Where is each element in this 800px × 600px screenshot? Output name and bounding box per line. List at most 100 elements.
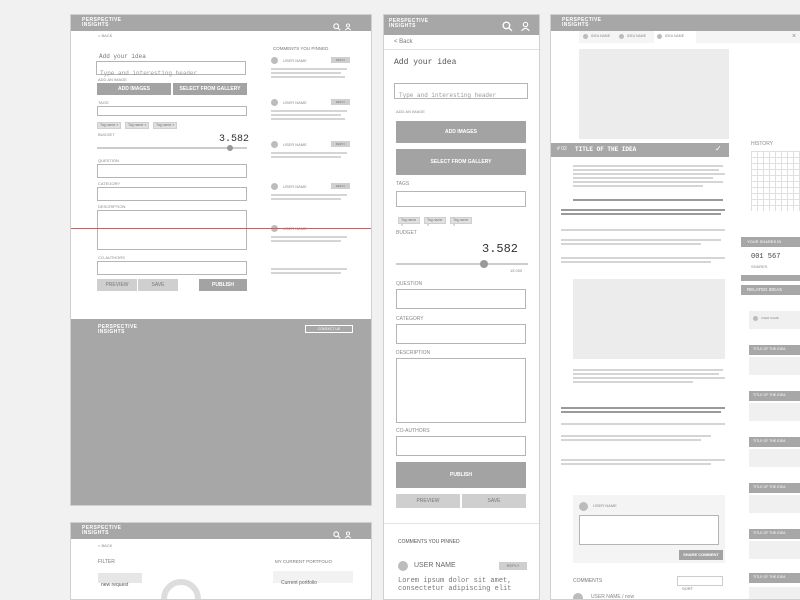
search-icon[interactable]	[333, 18, 341, 36]
avatar	[657, 34, 662, 39]
search-icon[interactable]	[502, 19, 513, 37]
save-button[interactable]: SAVE	[138, 279, 178, 291]
budget-slider-handle[interactable]	[227, 145, 233, 151]
related-title-bar[interactable]: TITLE OF THE IDEA	[749, 529, 800, 539]
avatar	[583, 34, 588, 39]
logo[interactable]: PERSPECTIVE INSIGHTS	[389, 19, 428, 29]
comment-text-line	[271, 198, 341, 200]
category-input[interactable]	[396, 324, 526, 344]
back-link[interactable]: < Back	[394, 39, 413, 45]
question-input[interactable]	[396, 289, 526, 309]
sort-select[interactable]: SORT	[677, 576, 723, 591]
text-line	[561, 257, 725, 259]
related-item[interactable]	[749, 587, 800, 599]
close-icon[interactable]: ×	[792, 33, 796, 40]
coauthors-input[interactable]	[97, 261, 247, 275]
search-icon[interactable]	[333, 526, 341, 544]
user-icon[interactable]	[344, 526, 352, 544]
idea-header-input[interactable]: Type and interesting header	[394, 83, 528, 99]
logo[interactable]: PERSPECTIVE INSIGHTS	[82, 526, 121, 536]
tags-input[interactable]	[97, 106, 247, 116]
select-gallery-button[interactable]: SELECT FROM GALLERY	[173, 83, 247, 95]
back-link[interactable]: < BACK	[98, 543, 112, 548]
tag-chip[interactable]: Tag name ×	[125, 122, 149, 129]
breadcrumb-item[interactable]: IDEA NAME	[665, 34, 684, 39]
text-line	[561, 239, 721, 241]
related-title-bar[interactable]: TITLE OF THE IDEA	[749, 345, 800, 355]
budget-slider-track[interactable]	[97, 147, 247, 149]
idea-title-input[interactable]: Add your idea	[394, 58, 456, 67]
portfolio-screen: PERSPECTIVE INSIGHTS < BACK FILTER new r…	[70, 522, 372, 600]
back-link[interactable]: < BACK	[98, 33, 112, 38]
logo[interactable]: PERSPECTIVE INSIGHTS	[562, 18, 601, 28]
user-icon[interactable]	[344, 18, 352, 36]
idea-header-input[interactable]: Type and interesting header	[96, 61, 246, 77]
related-item[interactable]	[749, 541, 800, 559]
category-input[interactable]	[97, 187, 247, 201]
description-textarea[interactable]	[396, 358, 526, 423]
tags-input[interactable]	[396, 191, 526, 207]
related-title-bar[interactable]: TITLE OF THE IDEA	[749, 573, 800, 583]
tag-chip[interactable]: Tag name ×	[424, 217, 446, 227]
budget-slider-handle[interactable]	[480, 260, 488, 268]
stat-bar: YOUR SHARES IN	[741, 237, 800, 247]
related-item[interactable]	[749, 357, 800, 375]
select-gallery-button[interactable]: SELECT FROM GALLERY	[396, 149, 526, 175]
stat-label-2: SHARES	[751, 264, 768, 269]
footer-logo[interactable]: PERSPECTIVE INSIGHTS	[98, 325, 137, 335]
add-images-button[interactable]: ADD IMAGES	[396, 121, 526, 143]
divider	[384, 523, 539, 524]
tag-chip[interactable]: Tag name ×	[153, 122, 177, 129]
tag-chip[interactable]: Tag name ×	[97, 122, 121, 129]
budget-slider-track[interactable]	[396, 263, 528, 265]
related-item[interactable]	[749, 495, 800, 513]
history-grid	[751, 151, 800, 211]
save-button[interactable]: SAVE	[462, 494, 526, 508]
tag-chip[interactable]: Tag name ×	[450, 217, 472, 227]
category-label: CATEGORY	[396, 316, 424, 322]
related-item[interactable]	[749, 403, 800, 421]
commenter-name: USER NAME / now	[591, 594, 635, 600]
related-item[interactable]: USER NAME	[749, 311, 800, 329]
related-title: TITLE OF THE IDEA	[753, 485, 786, 489]
portfolio-item[interactable]: Current portfolio	[273, 571, 353, 586]
idea-title-input[interactable]: Add your idea	[96, 45, 246, 60]
reply-button[interactable]: REPLY	[331, 57, 350, 63]
avatar	[579, 502, 588, 511]
budget-value: 3.582	[219, 134, 250, 145]
related-title-bar[interactable]: TITLE OF THE IDEA	[749, 391, 800, 401]
app-header: PERSPECTIVE INSIGHTS	[71, 523, 371, 539]
related-title-bar[interactable]: TITLE OF THE IDEA	[749, 437, 800, 447]
text-line-bold	[573, 199, 723, 201]
preview-button[interactable]: PREVIEW	[97, 279, 137, 291]
coauthors-label: CO-AUTHORS	[396, 428, 430, 434]
preview-button[interactable]: PREVIEW	[396, 494, 460, 508]
user-icon[interactable]	[520, 19, 531, 37]
comment-textarea[interactable]	[579, 515, 719, 545]
coauthors-input[interactable]	[396, 436, 526, 456]
check-icon[interactable]: ✓	[715, 144, 722, 153]
publish-button[interactable]: PUBLISH	[199, 279, 247, 291]
text-line	[573, 169, 719, 171]
reply-button[interactable]: REPLY	[499, 562, 527, 570]
footer-contact[interactable]: CONTACT US	[305, 325, 353, 333]
logo[interactable]: PERSPECTIVE INSIGHTS	[82, 18, 121, 28]
related-item[interactable]	[749, 449, 800, 467]
add-images-button[interactable]: ADD IMAGES	[97, 83, 171, 95]
breadcrumb-item[interactable]: IDEA NAME	[591, 34, 610, 39]
avatar	[271, 141, 278, 148]
description-textarea[interactable]	[97, 210, 247, 250]
comment-user-name: USER NAME	[283, 142, 307, 147]
question-input[interactable]	[97, 164, 247, 178]
breadcrumb-item[interactable]: IDEA NAME	[627, 34, 646, 39]
divider	[384, 49, 539, 50]
reply-button[interactable]: REPLY	[331, 99, 350, 105]
text-line	[573, 165, 723, 167]
share-comment-button[interactable]: SHARE COMMENT	[679, 550, 723, 560]
filter-chip[interactable]: new request	[98, 573, 142, 588]
reply-button[interactable]: REPLY	[331, 141, 350, 147]
reply-button[interactable]: REPLY	[331, 183, 350, 189]
tag-chip[interactable]: Tag name ×	[398, 217, 420, 227]
related-title-bar[interactable]: TITLE OF THE IDEA	[749, 483, 800, 493]
publish-button[interactable]: PUBLISH	[396, 462, 526, 488]
